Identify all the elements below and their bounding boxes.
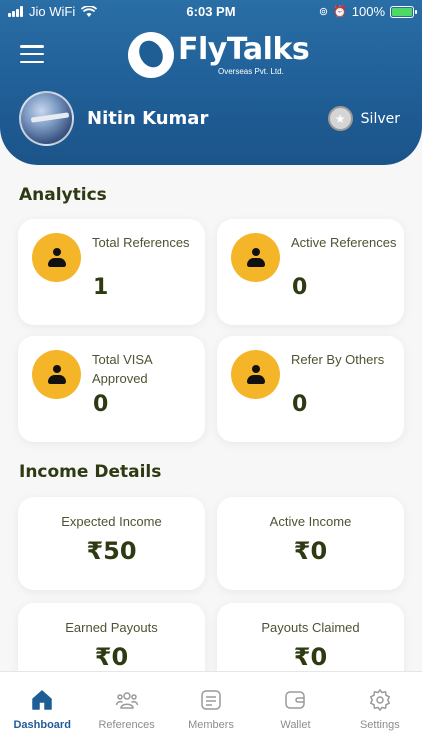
income-value: ₹50 [86, 537, 137, 565]
brand-name: FlyTalks [178, 32, 310, 67]
tab-label: Members [188, 719, 234, 731]
stat-label: Total References [92, 235, 190, 250]
stat-value: 1 [93, 275, 109, 300]
members-icon [201, 690, 221, 710]
tab-label: Dashboard [13, 719, 71, 731]
stat-value: 0 [292, 275, 308, 300]
battery-percent: 100% [351, 4, 385, 19]
app-header: Jio WiFi 6:03 PM ⊚ ⏰ 100% FlyTalks Overs… [0, 0, 422, 165]
menu-icon[interactable] [20, 45, 44, 63]
active-references-card[interactable]: Active References 0 [217, 219, 404, 325]
stat-label: Total VISA Approved [92, 352, 152, 386]
income-value: ₹0 [293, 643, 328, 671]
tier-label: Silver [360, 110, 400, 127]
income-value: ₹0 [94, 643, 129, 671]
person-icon [231, 233, 280, 282]
avatar[interactable] [19, 91, 74, 146]
home-icon [32, 690, 52, 710]
tab-label: Wallet [280, 719, 311, 731]
star-badge-icon: ★ [327, 106, 353, 131]
tab-label: Settings [359, 719, 400, 731]
bottom-tab-bar: Dashboard References Members Wallet Sett… [0, 671, 422, 750]
person-icon [231, 350, 280, 399]
total-references-card[interactable]: Total References 1 [18, 219, 205, 325]
tab-label: References [98, 719, 155, 731]
tab-members[interactable]: Members [169, 672, 253, 750]
income-label: Payouts Claimed [261, 620, 360, 635]
wallet-icon [285, 691, 306, 709]
stat-value: 0 [292, 392, 308, 417]
refer-by-others-card[interactable]: Refer By Others 0 [217, 336, 404, 442]
total-visa-approved-card[interactable]: Total VISA Approved 0 [18, 336, 205, 442]
analytics-title: Analytics [19, 185, 107, 205]
user-name: Nitin Kumar [87, 108, 209, 129]
income-label: Expected Income [61, 514, 162, 529]
stat-label: Active References [291, 235, 397, 250]
users-icon [115, 692, 138, 709]
brand-subtitle: Overseas Pvt. Ltd. [218, 67, 284, 76]
tab-references[interactable]: References [84, 672, 168, 750]
income-label: Earned Payouts [65, 620, 158, 635]
tab-settings[interactable]: Settings [338, 672, 422, 750]
person-icon [32, 233, 81, 282]
battery-icon [390, 5, 417, 18]
tier-badge: ★ Silver [327, 106, 400, 131]
active-income-card[interactable]: Active Income ₹0 [217, 497, 404, 590]
income-details-title: Income Details [19, 462, 162, 482]
plane-logo-icon [128, 32, 174, 78]
tab-wallet[interactable]: Wallet [253, 672, 337, 750]
income-label: Active Income [269, 514, 352, 529]
gear-icon [369, 688, 391, 712]
status-bar: Jio WiFi 6:03 PM ⊚ ⏰ 100% [0, 0, 422, 24]
brand-logo: FlyTalks Overseas Pvt. Ltd. [128, 32, 310, 82]
alarm-icon: ⏰ [333, 6, 347, 18]
stat-value: 0 [93, 392, 109, 417]
income-value: ₹0 [293, 537, 328, 565]
orientation-lock-icon: ⊚ [318, 6, 329, 18]
expected-income-card[interactable]: Expected Income ₹50 [18, 497, 205, 590]
stat-label: Refer By Others [291, 352, 385, 367]
tab-dashboard[interactable]: Dashboard [0, 672, 84, 750]
person-icon [32, 350, 81, 399]
